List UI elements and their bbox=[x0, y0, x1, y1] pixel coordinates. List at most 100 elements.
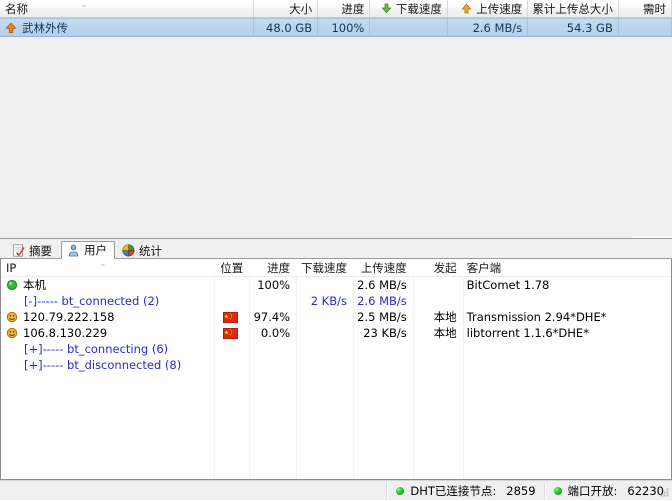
torrent-size-cell: 48.0 GB bbox=[254, 18, 319, 37]
peer-column-header-client[interactable]: 客户端 bbox=[462, 259, 671, 276]
peer-column-header-ip-label: IP bbox=[6, 260, 17, 275]
peer-row[interactable]: 106.8.130.229 0.0% 23 KB/s 本地 libtorrent… bbox=[1, 325, 671, 341]
torrent-download-speed-cell bbox=[370, 18, 448, 37]
column-header-size-label: 大小 bbox=[289, 1, 313, 16]
peer-location-cell bbox=[213, 277, 248, 293]
peer-client-cell: Transmission 2.94*DHE* bbox=[466, 310, 607, 324]
peer-download-speed-cell bbox=[295, 357, 352, 373]
peer-ip-label: 106.8.130.229 bbox=[23, 326, 108, 340]
peer-upload-speed-cell: 2.6 MB/s bbox=[357, 294, 407, 308]
statistics-icon bbox=[122, 244, 135, 257]
peer-progress-cell bbox=[248, 357, 295, 373]
column-header-size[interactable]: 大小 bbox=[254, 0, 319, 17]
column-header-progress-label: 进度 bbox=[341, 1, 365, 16]
status-port[interactable]: 端口开放: 62230 bbox=[546, 481, 672, 501]
peer-location-cell bbox=[213, 293, 248, 309]
status-dht-nodes[interactable]: DHT已连接节点: 2859 bbox=[388, 481, 543, 501]
peer-group-cell[interactable]: [+]----- bt_connecting (6) bbox=[1, 341, 213, 357]
peer-ip-cell: 本机 bbox=[1, 277, 213, 293]
column-header-total-uploaded-label: 累计上传总大小 bbox=[532, 1, 613, 16]
column-header-name[interactable]: 名称 ⌄ bbox=[0, 0, 254, 17]
torrent-progress-cell: 100% bbox=[318, 18, 371, 37]
peer-group-cell[interactable]: [+]----- bt_disconnected (8) bbox=[1, 357, 213, 373]
torrent-name-label: 武林外传 bbox=[22, 20, 68, 35]
orange-face-icon bbox=[6, 327, 18, 339]
status-bar: DHT已连接节点: 2859 端口开放: 62230 bbox=[0, 480, 672, 500]
peer-column-header-download-speed-label: 下载速度 bbox=[300, 260, 347, 275]
tab-statistics[interactable]: 统计 bbox=[116, 241, 170, 259]
users-icon bbox=[67, 244, 80, 257]
bitcomet-window: 名称 ⌄ 大小 进度 下载速度 上传速度 累计上传总大小 需时 武林外传 48.… bbox=[0, 0, 672, 500]
peer-column-header-download-speed[interactable]: 下载速度 bbox=[295, 259, 352, 276]
peer-download-speed-cell bbox=[295, 325, 352, 341]
cn-flag-icon bbox=[223, 327, 239, 339]
peer-client-cell bbox=[462, 293, 671, 309]
column-header-upload-speed-label: 上传速度 bbox=[476, 1, 523, 16]
detail-tabs: 摘要 用户 统计 bbox=[0, 239, 672, 259]
peer-ip-label: 120.79.222.158 bbox=[23, 310, 115, 324]
tab-users[interactable]: 用户 bbox=[61, 241, 115, 259]
peer-column-header-origin[interactable]: 发起 bbox=[412, 259, 462, 276]
column-header-total-uploaded[interactable]: 累计上传总大小 bbox=[528, 0, 619, 17]
peer-row[interactable]: 120.79.222.158 97.4% 2.5 MB/s 本地 Transmi… bbox=[1, 309, 671, 325]
peer-ip-cell: 120.79.222.158 bbox=[1, 309, 213, 325]
green-status-icon bbox=[396, 486, 405, 495]
peer-location-cell bbox=[213, 309, 248, 325]
column-header-eta-label: 需时 bbox=[643, 1, 667, 16]
column-header-eta[interactable]: 需时 bbox=[619, 0, 672, 17]
sort-indicator-icon: ⌄ bbox=[80, 0, 88, 10]
peer-column-header-progress[interactable]: 进度 bbox=[248, 259, 295, 276]
download-arrow-icon bbox=[381, 3, 392, 14]
peer-column-header-origin-label: 发起 bbox=[433, 260, 457, 275]
peer-origin-cell: 本地 bbox=[433, 326, 457, 340]
peer-group-label: [-]----- bt_connected (2) bbox=[24, 294, 160, 308]
peer-list-header[interactable]: IP ⌄ 位置 进度 下载速度 上传速度 发起 客户端 bbox=[1, 259, 671, 277]
peer-download-speed-cell bbox=[295, 309, 352, 325]
peer-progress-cell bbox=[248, 341, 295, 357]
green-status-icon bbox=[6, 279, 18, 291]
peer-location-cell bbox=[213, 325, 248, 341]
summary-icon bbox=[12, 244, 25, 257]
peer-group-label: [+]----- bt_disconnected (8) bbox=[24, 358, 182, 372]
peer-progress-cell: 100% bbox=[257, 278, 291, 292]
column-header-download-speed[interactable]: 下载速度 bbox=[370, 0, 448, 17]
peer-client-cell bbox=[462, 341, 671, 357]
peer-group-label: [+]----- bt_connecting (6) bbox=[24, 342, 169, 356]
peer-origin-cell bbox=[412, 341, 462, 357]
peer-column-header-client-label: 客户端 bbox=[466, 260, 502, 275]
torrent-name-cell: 武林外传 bbox=[0, 18, 254, 37]
column-header-upload-speed[interactable]: 上传速度 bbox=[448, 0, 529, 17]
orange-face-icon bbox=[6, 311, 18, 323]
torrent-list-header[interactable]: 名称 ⌄ 大小 进度 下载速度 上传速度 累计上传总大小 需时 bbox=[0, 0, 672, 18]
peer-column-header-upload-speed[interactable]: 上传速度 bbox=[352, 259, 412, 276]
cn-flag-icon bbox=[223, 311, 239, 323]
peer-row[interactable]: 本机 100% 2.6 MB/s BitComet 1.78 bbox=[1, 277, 671, 293]
upload-arrow-icon bbox=[5, 22, 17, 34]
tab-summary[interactable]: 摘要 bbox=[6, 241, 60, 259]
peer-list-pane: IP ⌄ 位置 进度 下载速度 上传速度 发起 客户端 本机 100% 2.6 … bbox=[0, 259, 672, 480]
peer-group-cell[interactable]: [-]----- bt_connected (2) bbox=[1, 293, 213, 309]
peer-list-body: 本机 100% 2.6 MB/s BitComet 1.78 [-]----- … bbox=[1, 277, 671, 373]
peer-group-row[interactable]: [+]----- bt_connecting (6) bbox=[1, 341, 671, 357]
peer-group-row[interactable]: [-]----- bt_connected (2) 2 KB/s 2.6 MB/… bbox=[1, 293, 671, 309]
torrent-row[interactable]: 武林外传 48.0 GB 100% 2.6 MB/s 54.3 GB bbox=[0, 18, 672, 37]
peer-column-header-location-label: 位置 bbox=[220, 260, 244, 275]
peer-client-cell: BitComet 1.78 bbox=[466, 278, 550, 292]
column-header-progress[interactable]: 进度 bbox=[318, 0, 371, 17]
torrent-eta-cell bbox=[619, 18, 672, 37]
peer-group-row[interactable]: [+]----- bt_disconnected (8) bbox=[1, 357, 671, 373]
peer-upload-speed-cell: 2.6 MB/s bbox=[357, 278, 407, 292]
peer-column-header-progress-label: 进度 bbox=[267, 260, 291, 275]
peer-column-header-ip[interactable]: IP ⌄ bbox=[1, 259, 213, 276]
resize-grip-icon[interactable] bbox=[658, 486, 670, 498]
peer-upload-speed-cell: 23 KB/s bbox=[363, 326, 407, 340]
peer-origin-cell bbox=[412, 357, 462, 373]
status-dht-label: DHT已连接节点: bbox=[410, 483, 497, 498]
status-bar-empty-segment bbox=[0, 481, 386, 501]
peer-client-cell bbox=[462, 357, 671, 373]
peer-column-header-location[interactable]: 位置 bbox=[213, 259, 248, 276]
tab-statistics-label: 统计 bbox=[139, 243, 162, 258]
peer-origin-cell bbox=[412, 277, 462, 293]
status-dht-value: 2859 bbox=[506, 483, 536, 498]
peer-upload-speed-cell bbox=[352, 357, 412, 373]
